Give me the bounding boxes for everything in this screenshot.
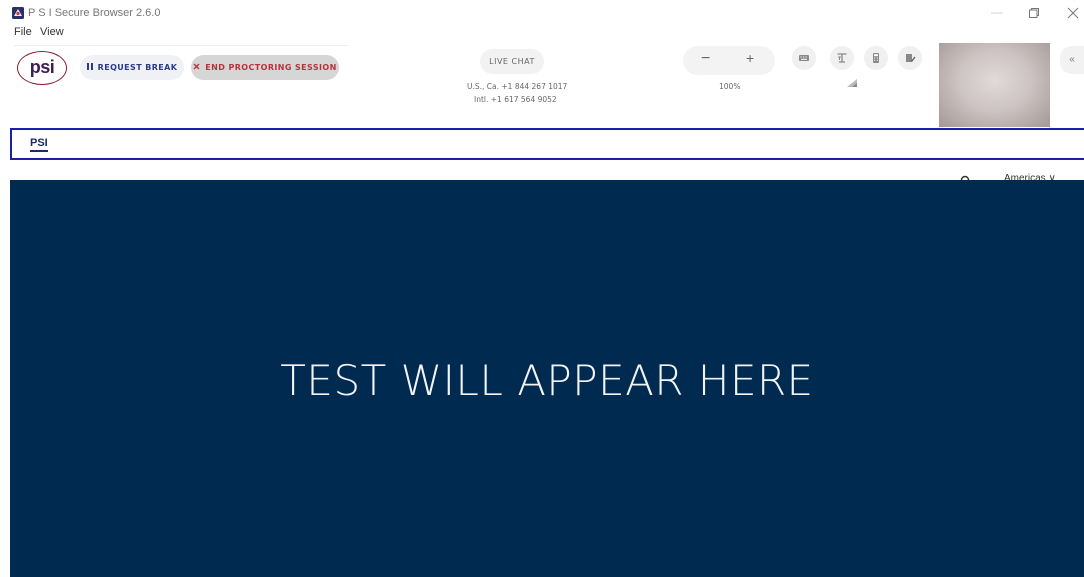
zoom-out-button[interactable]: − xyxy=(701,50,710,68)
signal-strength-icon xyxy=(847,79,857,87)
region-selector[interactable]: Americas ∨ xyxy=(1004,173,1056,180)
end-proctoring-session-button[interactable]: END PROCTORING SESSION xyxy=(191,55,339,80)
x-icon xyxy=(193,55,200,80)
live-chat-button[interactable]: LIVE CHAT xyxy=(480,49,544,74)
restore-icon[interactable] xyxy=(1028,7,1040,19)
text-size-button[interactable] xyxy=(830,46,854,70)
psi-logo-text: psi xyxy=(29,57,55,77)
keyboard-button[interactable] xyxy=(792,46,816,70)
request-break-label: REQUEST BREAK xyxy=(97,63,178,72)
keyboard-icon xyxy=(799,55,809,61)
zoom-level: 100% xyxy=(719,82,741,91)
title-bar xyxy=(0,0,1084,26)
zoom-in-button[interactable]: + xyxy=(746,50,754,66)
exam-page-nav xyxy=(10,160,1084,180)
collapse-toolbar-button[interactable]: « xyxy=(1060,46,1084,74)
phone-us: U.S., Ca. +1 844 267 1017 xyxy=(467,82,568,91)
calculator-button[interactable] xyxy=(864,46,888,70)
menu-file[interactable]: File xyxy=(14,26,32,38)
window-title: P S I Secure Browser 2.6.0 xyxy=(28,7,161,19)
phone-intl: Intl. +1 617 564 9052 xyxy=(474,95,557,104)
toolbar-divider xyxy=(14,45,348,46)
close-icon[interactable] xyxy=(1066,6,1080,20)
whiteboard-icon xyxy=(906,54,916,62)
text-size-icon xyxy=(837,53,847,63)
calculator-icon xyxy=(873,53,879,63)
test-placeholder-message: TEST WILL APPEAR HERE xyxy=(280,356,814,405)
minimize-button[interactable]: — xyxy=(990,5,1004,19)
end-session-label: END PROCTORING SESSION xyxy=(205,63,337,72)
exam-page-logo[interactable]: PSI xyxy=(30,138,48,152)
test-content-area: TEST WILL APPEAR HERE xyxy=(10,180,1084,577)
webcam-preview xyxy=(939,43,1050,127)
app-icon xyxy=(12,7,24,19)
request-break-button[interactable]: REQUEST BREAK xyxy=(80,55,184,80)
exam-page-header: PSI xyxy=(10,128,1084,160)
pause-icon xyxy=(86,55,93,80)
menu-view[interactable]: View xyxy=(40,26,64,38)
psi-logo: psi xyxy=(17,51,67,85)
zoom-control: − + xyxy=(683,46,775,75)
whiteboard-button[interactable] xyxy=(898,46,922,70)
